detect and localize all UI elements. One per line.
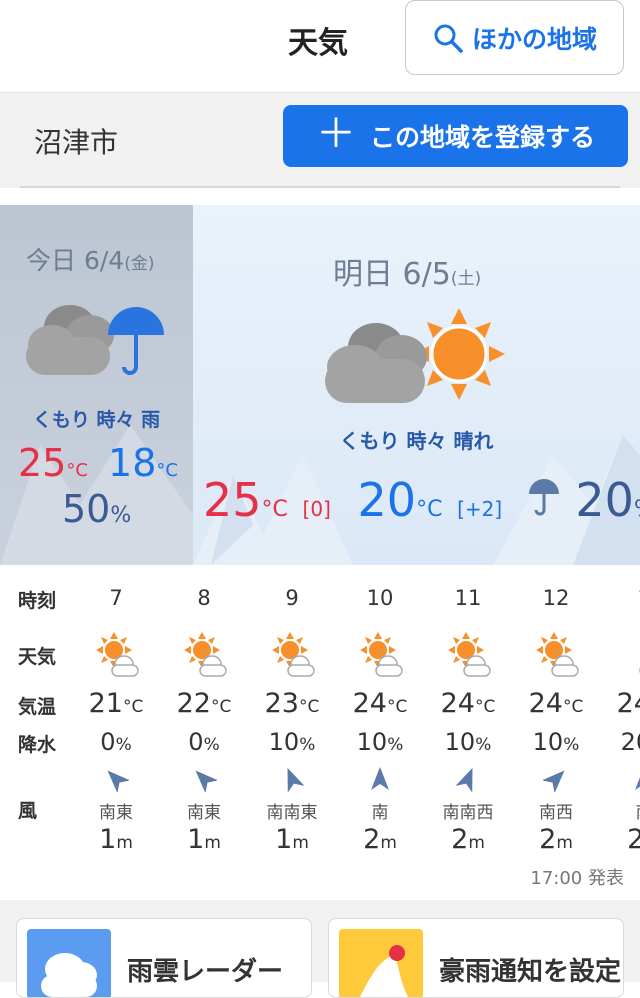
hour-column: 12 24°C 10% 南西 2m <box>512 570 600 870</box>
forecast-panels: 今日 6/4(金) くもり 時々 雨 25°C 18°C 50% 明日 6/5(… <box>0 205 640 565</box>
umbrella-icon <box>528 479 559 516</box>
hour-wind-direction: 南東 <box>99 803 133 823</box>
divider <box>20 186 620 188</box>
hour-time: 7 <box>109 586 123 610</box>
hour-wind-speed: 1m <box>275 824 309 855</box>
hour-wind-speed: 2m <box>627 824 640 855</box>
hourly-forecast: 時刻 天気 気温 降水 風 7 21°C 0% 南東 1m 8 22°C 0% 南東 1m 9 23°… <box>0 570 640 890</box>
tomorrow-high: 25°C [0] <box>203 473 331 527</box>
heavy-rain-alert-label: 豪雨通知を設定 <box>439 957 622 987</box>
page-title: 天気 <box>288 26 348 61</box>
hour-precip: 10% <box>356 728 404 756</box>
today-panel[interactable]: 今日 6/4(金) くもり 時々 雨 25°C 18°C 50% <box>0 205 193 565</box>
hour-temp: 22°C <box>176 688 232 719</box>
rain-radar-label: 雨雲レーダー <box>127 957 284 987</box>
wind-row-label: 風 <box>18 800 38 822</box>
hour-wind-speed: 1m <box>99 824 133 855</box>
hour-temp: 21°C <box>88 688 144 719</box>
wind-arrow-icon <box>543 770 565 792</box>
tomorrow-condition: くもり 時々 晴れ <box>339 429 494 453</box>
hour-time: 10 <box>366 586 394 610</box>
tomorrow-low: 20°C [+2] <box>357 473 503 527</box>
time-row-label: 時刻 <box>18 590 57 612</box>
sunny-cloudy-icon <box>96 632 139 677</box>
sunny-cloudy-icon <box>536 632 579 677</box>
bottom-links: 雨雲レーダー 豪雨通知を設定 <box>0 900 640 998</box>
sunny-cloudy-icon <box>272 632 315 677</box>
wind-arrow-icon <box>635 777 640 790</box>
hour-wind-direction: 南 <box>600 798 640 823</box>
rain-radar-card[interactable]: 雨雲レーダー <box>16 918 312 998</box>
heavy-rain-alert-card[interactable]: 豪雨通知を設定 <box>328 918 624 998</box>
hour-precip: 10% <box>444 728 492 756</box>
wind-arrow-icon <box>455 767 473 792</box>
search-icon <box>434 24 463 53</box>
hour-column: 7 21°C 0% 南東 1m <box>72 570 160 870</box>
other-area-button[interactable]: ほかの地域 <box>405 0 624 75</box>
hour-time: 9 <box>285 586 299 610</box>
app-header: 天気 ほかの地域 <box>0 0 640 92</box>
hour-time: 11 <box>454 586 482 610</box>
today-condition: くもり 時々 雨 <box>32 409 161 431</box>
hour-precip: 10% <box>268 728 316 756</box>
hour-column: 11 24°C 10% 南南西 2m <box>424 570 512 870</box>
hour-wind-direction: 南東 <box>187 803 221 823</box>
today-high: 25°C <box>18 441 88 485</box>
wind-arrow-icon <box>371 767 389 790</box>
hour-time: 1 <box>600 586 640 610</box>
plus-icon: ＋ <box>315 111 356 157</box>
hour-wind-direction: 南南西 <box>442 803 494 823</box>
city-bar: 沼津市 ＋ この地域を登録する <box>0 92 640 188</box>
hour-time: 8 <box>197 586 211 610</box>
hour-column: 10 24°C 10% 南 2m <box>336 570 424 870</box>
wind-arrow-icon <box>195 770 217 792</box>
today-low: 18°C <box>108 441 178 485</box>
cloud-sun-icon <box>325 309 505 403</box>
hour-temp: 24°C <box>440 688 496 719</box>
alert-icon <box>339 929 423 997</box>
precip-row-label: 降水 <box>18 734 57 756</box>
hour-temp: 24°C <box>528 688 584 719</box>
cloud-icon <box>27 929 111 997</box>
today-rain-chance: 50% <box>62 487 132 531</box>
hour-wind-speed: 2m <box>363 824 397 855</box>
hour-wind-speed: 2m <box>451 824 485 855</box>
sunny-cloudy-icon <box>448 632 491 677</box>
tomorrow-date: 明日 6/5(土) <box>333 257 482 292</box>
hour-temp: 24°C <box>352 688 408 719</box>
temp-row-label: 気温 <box>18 696 57 718</box>
hour-wind-direction: 南西 <box>539 803 573 823</box>
sunny-cloudy-icon <box>360 632 403 677</box>
hour-time: 12 <box>542 586 570 610</box>
register-area-button[interactable]: ＋ この地域を登録する <box>283 105 628 167</box>
hour-column: 1 24°C 20% 南2m <box>600 570 640 870</box>
hour-wind-direction: 南南東 <box>266 803 318 823</box>
wind-arrow-icon <box>107 770 129 792</box>
today-date: 今日 6/4(金) <box>26 246 155 275</box>
hour-wind-direction: 南 <box>371 803 389 823</box>
tomorrow-panel[interactable]: 明日 6/5(土) くもり 時々 晴れ 25°C [0] 20°C [+2] 2… <box>193 205 640 565</box>
hour-wind-speed: 2m <box>539 824 573 855</box>
issued-time: 17:00 発表 <box>530 868 624 889</box>
other-area-label: ほかの地域 <box>471 24 597 54</box>
today-temperatures: 25°C 18°C <box>18 441 178 485</box>
hour-column: 8 22°C 0% 南東 1m <box>160 570 248 870</box>
cloud-rain-icon <box>26 305 164 375</box>
hour-wind-speed: 1m <box>187 824 221 855</box>
hour-precip: 0% <box>188 728 220 756</box>
hour-column: 9 23°C 10% 南南東 1m <box>248 570 336 870</box>
hour-precip: 20% <box>620 728 640 756</box>
city-name: 沼津市 <box>34 126 119 159</box>
hour-temp: 24°C <box>616 688 640 719</box>
hour-precip: 10% <box>532 728 580 756</box>
hour-temp: 23°C <box>264 688 320 719</box>
register-area-label: この地域を登録する <box>369 123 595 152</box>
wind-arrow-icon <box>287 767 305 792</box>
hour-precip: 0% <box>100 728 132 756</box>
cloudy-icon <box>639 667 640 674</box>
weather-row-label: 天気 <box>18 646 57 668</box>
sunny-cloudy-icon <box>184 632 227 677</box>
tomorrow-temperatures: 25°C [0] 20°C [+2] 20% <box>203 473 640 527</box>
tomorrow-rain-chance: 20% <box>575 473 640 527</box>
